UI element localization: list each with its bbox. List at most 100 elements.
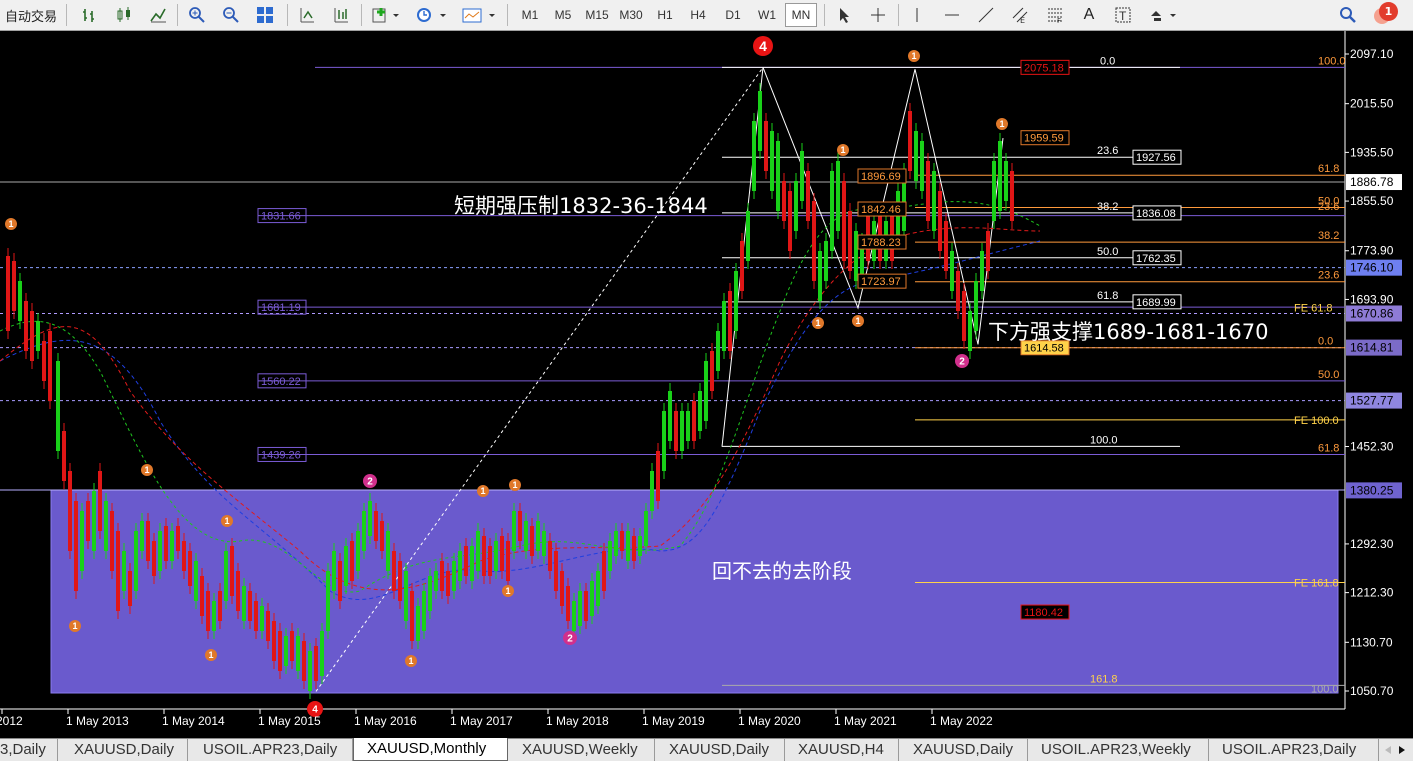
toolbar-separator xyxy=(824,4,825,26)
zoom-out-icon[interactable] xyxy=(219,3,243,27)
candle-body xyxy=(338,561,342,601)
candle-body xyxy=(12,261,16,311)
periodicity-clock-icon[interactable] xyxy=(413,3,451,27)
candle-body xyxy=(284,636,288,666)
candle-body xyxy=(554,551,558,591)
candle-body xyxy=(458,551,462,581)
chart-shift-icon[interactable] xyxy=(295,3,319,27)
search-icon[interactable] xyxy=(1336,3,1360,27)
timeframe-m1[interactable]: M1 xyxy=(514,3,546,27)
timeframe-w1[interactable]: W1 xyxy=(751,3,783,27)
candle-body xyxy=(812,201,816,281)
candle-body xyxy=(944,221,948,271)
wave-label-minor: 1 xyxy=(999,119,1004,129)
text-label-icon[interactable]: T xyxy=(1111,3,1135,27)
candle-body xyxy=(524,521,528,551)
fib-value-label: 1762.35 xyxy=(1136,253,1176,265)
vertical-line-icon[interactable] xyxy=(905,3,929,27)
candle-body xyxy=(602,551,606,591)
chart-tab[interactable]: XAUUSD,H4 xyxy=(785,739,899,761)
time-axis-label: 1 May 2015 xyxy=(258,714,321,728)
svg-text:F: F xyxy=(1057,17,1061,24)
chart-tab[interactable]: XAUUSD,Daily xyxy=(899,739,1028,761)
chart-tab[interactable]: XAUUSD,Daily xyxy=(58,739,188,761)
text-icon[interactable]: A xyxy=(1077,3,1101,27)
chart-tab-bar: 3,Daily XAUUSD,Daily USOIL.APR23,Daily X… xyxy=(0,738,1413,761)
candle-body xyxy=(740,241,744,291)
chart-tab[interactable]: USOIL.APR23,Daily xyxy=(188,739,353,761)
candle-body xyxy=(608,541,612,571)
candle-body xyxy=(116,531,120,611)
horizontal-line-icon[interactable] xyxy=(940,3,964,27)
crosshair-icon[interactable] xyxy=(866,3,890,27)
resistance-annotation: 短期强压制1832-36-1844 xyxy=(454,194,708,218)
candle-body xyxy=(266,611,270,641)
candle-body xyxy=(36,321,40,351)
autotrade-button[interactable]: 自动交易 xyxy=(0,3,62,27)
candle-body xyxy=(572,601,576,631)
chart-tab[interactable]: USOIL.APR23,Weekly xyxy=(1028,739,1209,761)
candle-body xyxy=(18,281,22,321)
candle-body xyxy=(48,331,52,401)
price-chart[interactable]: 4 4 1 1 1 1 1 1 1 1 1 1 1 1 1 1 2 2 2 1831.66 1681.19 1560.22… xyxy=(0,31,1413,738)
tab-scroll-right-icon[interactable] xyxy=(1395,739,1409,761)
chart-tab[interactable]: 3,Daily xyxy=(0,739,58,761)
price-axis-label: 1773.90 xyxy=(1350,244,1394,258)
timeframe-d1[interactable]: D1 xyxy=(717,3,749,27)
candle-body xyxy=(410,591,414,641)
arrows-icon[interactable] xyxy=(1146,3,1182,27)
candle-body xyxy=(566,586,570,621)
timeframe-mn[interactable]: MN xyxy=(785,3,817,27)
chart-tab[interactable]: XAUUSD,Daily xyxy=(655,739,785,761)
timeframe-m5[interactable]: M5 xyxy=(547,3,579,27)
candle-body xyxy=(230,546,234,596)
candle-body xyxy=(1010,171,1014,221)
candle-body xyxy=(578,591,582,626)
timeframe-m15[interactable]: M15 xyxy=(581,3,613,27)
misc-label: 100.0 xyxy=(1311,683,1339,695)
wave-label-minor: 2 xyxy=(567,634,573,645)
candle-body xyxy=(356,531,360,571)
autoscroll-icon[interactable] xyxy=(329,3,353,27)
chart-tab[interactable]: XAUUSD,Weekly xyxy=(508,739,655,761)
tile-windows-icon[interactable] xyxy=(253,3,277,27)
candle-body xyxy=(536,521,540,551)
line-chart-icon[interactable] xyxy=(146,3,170,27)
cursor-icon[interactable] xyxy=(832,3,856,27)
toolbar-separator xyxy=(66,4,67,26)
fibonacci-icon[interactable]: F xyxy=(1043,3,1067,27)
candle-body xyxy=(146,521,150,561)
candle-body xyxy=(62,431,66,481)
indicators-icon[interactable] xyxy=(369,3,403,27)
fib-orange-label: 61.8 xyxy=(1318,163,1339,175)
candle-body xyxy=(704,361,708,421)
templates-icon[interactable] xyxy=(459,3,499,27)
level-label: 1681.19 xyxy=(261,302,301,314)
wave-label-minor: 1 xyxy=(855,316,860,326)
equidistant-channel-icon[interactable]: E xyxy=(1008,3,1032,27)
price-tag-label: 1886.78 xyxy=(1350,175,1394,189)
zoom-in-icon[interactable] xyxy=(185,3,209,27)
chart-canvas[interactable]: 4411111111111 1112221831.661681.191560.22… xyxy=(0,31,1413,738)
trendline-icon[interactable] xyxy=(974,3,998,27)
timeframe-h4[interactable]: H4 xyxy=(682,3,714,27)
candle-body xyxy=(446,571,450,596)
candle-body xyxy=(950,251,954,291)
chart-tab[interactable]: USOIL.APR23,Daily xyxy=(1209,739,1379,761)
chart-tab-active[interactable]: XAUUSD,Monthly xyxy=(353,738,508,761)
toolbar-separator xyxy=(287,4,288,26)
timeframe-m30[interactable]: M30 xyxy=(615,3,647,27)
candle-body xyxy=(134,531,138,591)
fib-orange-box-label: 1842.46 xyxy=(861,204,901,216)
fib-value-label: 1836.08 xyxy=(1136,208,1176,220)
tab-scroll-left-icon[interactable] xyxy=(1381,739,1395,761)
candle-body xyxy=(362,511,366,551)
timeframe-h1[interactable]: H1 xyxy=(649,3,681,27)
candle-body xyxy=(98,471,102,531)
candle-body xyxy=(512,511,516,551)
candle-body xyxy=(788,191,792,251)
candlestick-icon[interactable] xyxy=(112,3,136,27)
candle-body xyxy=(140,521,144,551)
fib-orange-label: 23.6 xyxy=(1318,201,1339,213)
bar-chart-icon[interactable] xyxy=(78,3,102,27)
